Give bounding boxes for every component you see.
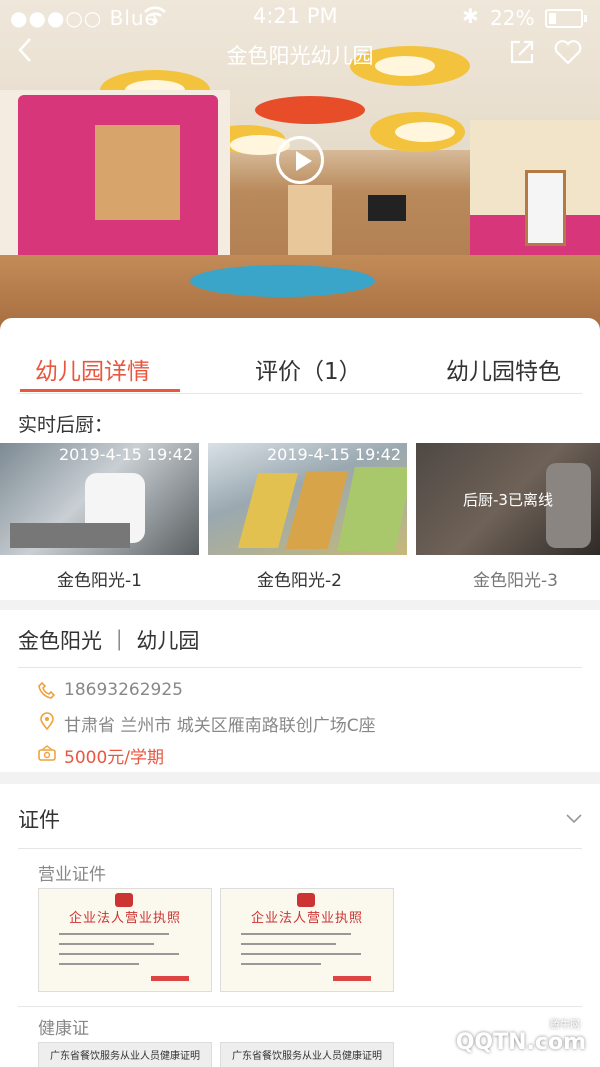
health-cert-image[interactable]: 广东省餐饮服务从业人员健康证明 bbox=[220, 1042, 394, 1067]
section-gap bbox=[0, 772, 600, 784]
business-license-label: 营业证件 bbox=[38, 865, 106, 885]
license-text-line bbox=[59, 963, 139, 965]
health-cert-label: 健康证 bbox=[38, 1019, 89, 1039]
phone-icon bbox=[38, 681, 56, 699]
location-pin-icon bbox=[40, 712, 54, 730]
phone-number: 18693262925 bbox=[64, 680, 183, 700]
chevron-down-icon[interactable] bbox=[566, 810, 582, 826]
watermark-text: QQTN.com bbox=[455, 1030, 586, 1055]
license-text-line bbox=[241, 933, 351, 935]
license-stamp bbox=[151, 976, 189, 981]
tab-reviews[interactable]: 评价（1） bbox=[255, 352, 362, 386]
camera-scene bbox=[10, 523, 130, 548]
license-text-line bbox=[241, 953, 361, 955]
address-text: 甘肃省 兰州市 城关区雁南路联创广场C座 bbox=[64, 716, 376, 736]
camera-feed-2[interactable]: 2019-4-15 19:42 bbox=[208, 443, 407, 555]
kitchen-label: 实时后厨： bbox=[18, 414, 114, 436]
license-text-line bbox=[59, 943, 154, 945]
license-title: 企业法人营业执照 bbox=[250, 911, 363, 926]
nav-bar: 金色阳光幼儿园 bbox=[0, 34, 600, 78]
kindergarten-info: 金色阳光 ｜ 幼儿园 18693262925 甘肃省 兰州市 城关区雁南路联创广… bbox=[0, 610, 600, 772]
tab-features[interactable]: 幼儿园特色 bbox=[446, 352, 561, 386]
photo-decor bbox=[255, 96, 365, 124]
license-text-line bbox=[59, 953, 179, 955]
watermark-small: 腾牛网 bbox=[550, 1020, 580, 1031]
share-icon[interactable] bbox=[508, 38, 536, 66]
heart-icon[interactable] bbox=[553, 38, 583, 66]
detail-card: 幼儿园详情 评价（1） 幼儿园特色 实时后厨： 2019-4-15 19:42 … bbox=[0, 318, 600, 600]
bluetooth-icon: ✱ bbox=[462, 4, 479, 28]
kitchen-camera-list: 2019-4-15 19:42 2019-4-15 19:42 后厨-3已离线 bbox=[0, 443, 600, 555]
tab-bar: 幼儿园详情 评价（1） 幼儿园特色 bbox=[0, 318, 600, 394]
license-text-line bbox=[241, 943, 336, 945]
photo-decor bbox=[288, 185, 332, 265]
camera-offline-text: 后厨-3已离线 bbox=[463, 491, 553, 509]
divider bbox=[18, 848, 582, 849]
camera-feed-1[interactable]: 2019-4-15 19:42 bbox=[0, 443, 199, 555]
watermark: 腾牛网 QQTN.com bbox=[455, 1020, 586, 1055]
divider bbox=[18, 393, 582, 394]
camera-timestamp: 2019-4-15 19:42 bbox=[267, 445, 401, 464]
clock: 4:21 PM bbox=[253, 4, 338, 28]
active-tab-indicator bbox=[20, 389, 180, 392]
wifi-icon bbox=[144, 6, 166, 24]
health-cert-image[interactable]: 广东省餐饮服务从业人员健康证明 bbox=[38, 1042, 212, 1067]
camera-name-1: 金色阳光-1 bbox=[57, 571, 142, 591]
divider bbox=[18, 667, 582, 668]
tuition-price: 5000元/学期 bbox=[64, 748, 164, 768]
photo-board bbox=[525, 170, 566, 246]
photo-tv bbox=[368, 195, 406, 221]
tuition-icon bbox=[38, 745, 56, 761]
divider bbox=[18, 1006, 582, 1007]
play-icon[interactable] bbox=[276, 136, 324, 184]
camera-scene bbox=[337, 467, 407, 551]
photo-rug bbox=[190, 265, 375, 297]
battery-percent: 22% bbox=[490, 6, 535, 30]
status-bar: ●●●○○ Blue 4:21 PM ✱ 22% bbox=[0, 0, 600, 32]
app-screen: ●●●○○ Blue 4:21 PM ✱ 22% 金色阳光幼儿园 幼儿园详情 评… bbox=[0, 0, 600, 1067]
certificates-header[interactable]: 证件 bbox=[18, 804, 60, 834]
license-text-line bbox=[59, 933, 169, 935]
license-title: 企业法人营业执照 bbox=[68, 911, 181, 926]
emblem-icon bbox=[297, 893, 315, 907]
photo-decor bbox=[370, 112, 465, 152]
emblem-icon bbox=[115, 893, 133, 907]
business-license-image[interactable]: 企业法人营业执照 bbox=[38, 888, 212, 992]
health-cert-title: 广东省餐饮服务从业人员健康证明 bbox=[50, 1051, 200, 1062]
carrier-signal: ●●●○○ Blue bbox=[10, 6, 158, 30]
health-cert-title: 广东省餐饮服务从业人员健康证明 bbox=[232, 1051, 382, 1062]
camera-feed-3[interactable]: 后厨-3已离线 bbox=[416, 443, 600, 555]
camera-timestamp: 2019-4-15 19:42 bbox=[59, 445, 193, 464]
camera-name-3: 金色阳光-3 bbox=[473, 571, 558, 591]
certificates-section: 证件 营业证件 企业法人营业执照 企业法人营业执照 健康证 广东省餐饮服务从业人… bbox=[0, 784, 600, 1067]
photo-board bbox=[95, 125, 180, 220]
battery-icon bbox=[545, 9, 587, 28]
kindergarten-name: 金色阳光 ｜ 幼儿园 bbox=[18, 629, 200, 653]
tab-details[interactable]: 幼儿园详情 bbox=[35, 352, 150, 386]
business-license-image[interactable]: 企业法人营业执照 bbox=[220, 888, 394, 992]
license-stamp bbox=[333, 976, 371, 981]
section-gap bbox=[0, 600, 600, 610]
license-text-line bbox=[241, 963, 321, 965]
camera-name-2: 金色阳光-2 bbox=[257, 571, 342, 591]
